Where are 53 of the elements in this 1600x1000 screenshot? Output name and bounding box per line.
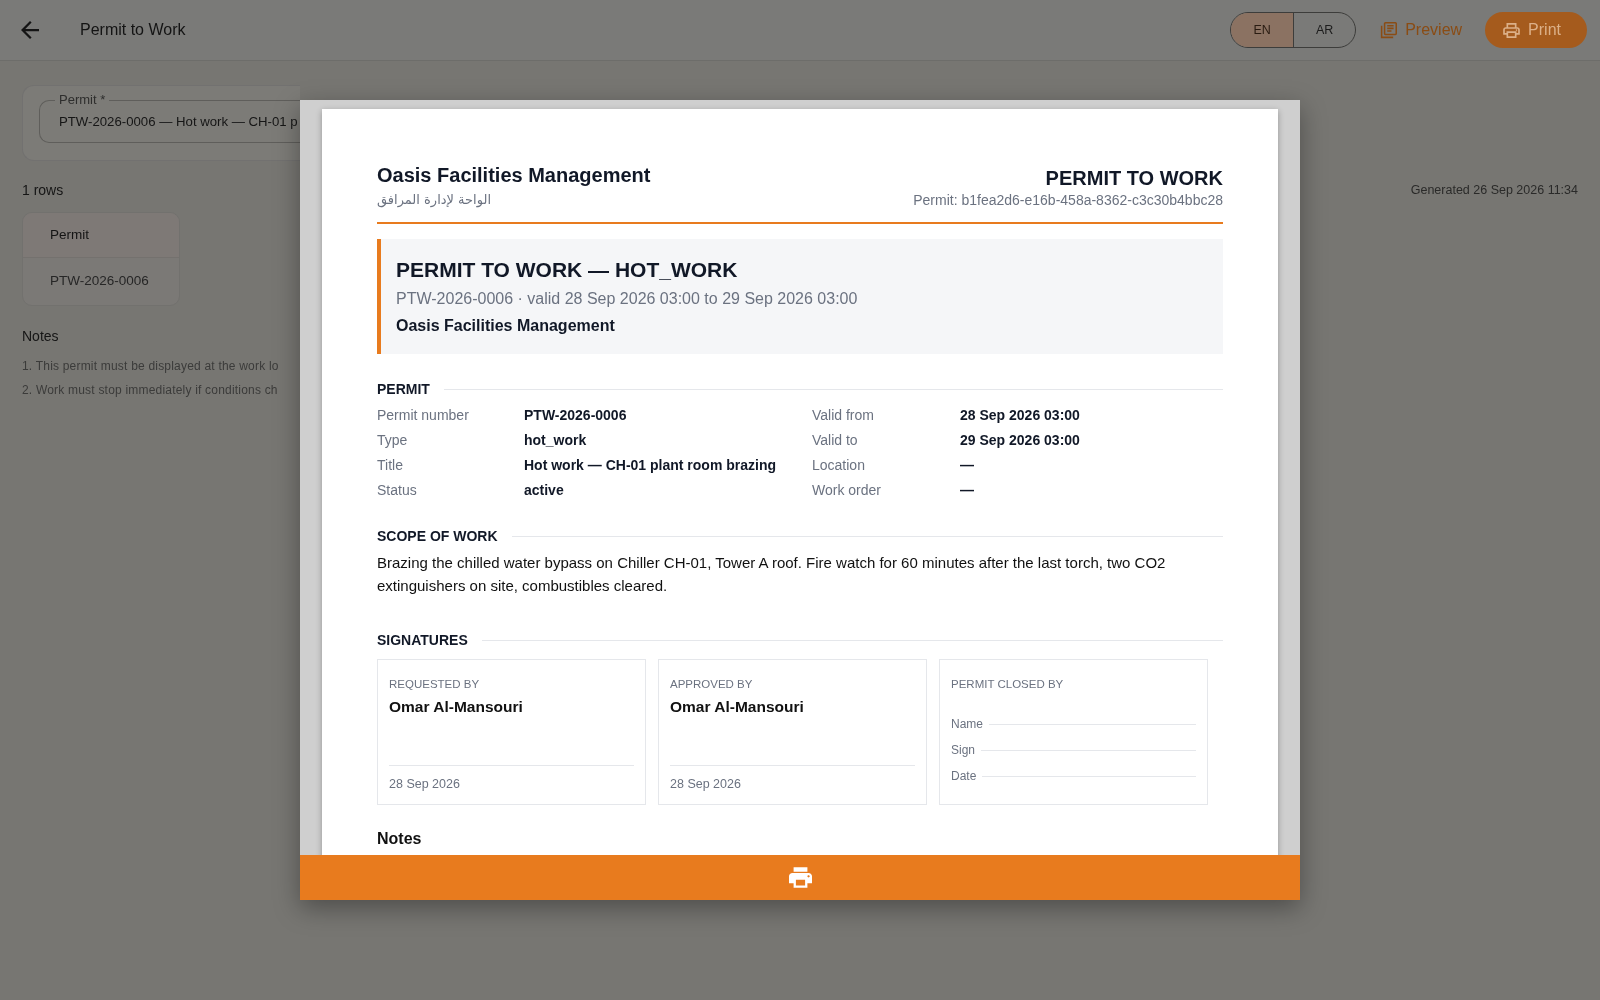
scope-text: Brazing the chilled water bypass on Chiller CH-01, Tower A roof. Fire watch for 60 minutes after the last torch, two CO2 extinguishers on site, combustibles cleared. <box>377 553 1167 596</box>
field-label: Valid from <box>812 407 874 423</box>
field-value: active <box>524 482 564 498</box>
signature-role: REQUESTED BY <box>389 678 480 690</box>
org-name-arabic: الواحة لإدارة المرافق <box>377 191 491 210</box>
signatory-name: Omar Al-Mansouri <box>670 698 804 715</box>
permit-select-field[interactable]: Permit * PTW-2026-0006 — Hot work — CH-01 p <box>39 92 300 143</box>
org-name: Oasis Facilities Management <box>377 163 651 187</box>
field-label: Title <box>377 457 403 473</box>
signatory-name: Omar Al-Mansouri <box>389 698 523 715</box>
generated-timestamp: Generated 26 Sep 2026 11:34 <box>1410 182 1578 199</box>
field-value: — <box>960 457 974 473</box>
banner-subtitle: PTW-2026-0006 · valid 28 Sep 2026 03:00 to 29 Sep 2026 03:00 <box>396 289 858 309</box>
section-heading: SIGNATURES <box>377 631 468 650</box>
section-heading: PERMIT <box>377 380 430 399</box>
field-label: Location <box>812 457 865 473</box>
note-line: 2. Work must stop immediately if conditions ch <box>22 382 278 399</box>
field-value: PTW-2026-0006 <box>524 407 627 423</box>
printer-icon <box>1503 22 1521 38</box>
language-option[interactable]: EN <box>1231 13 1294 47</box>
back-arrow-icon[interactable] <box>21 21 39 39</box>
column-header: Permit <box>23 213 179 258</box>
permit-reference: Permit: b1fea2d6-e16b-458a-8362-c3c30b4bbc28 <box>913 191 1223 210</box>
field-value: Hot work — CH-01 plant room brazing <box>524 457 776 473</box>
field-label: Work order <box>812 482 881 498</box>
document-title: PERMIT TO WORK <box>1045 166 1223 190</box>
signature-role: PERMIT CLOSED BY <box>951 678 1064 690</box>
section-heading: SCOPE OF WORK <box>377 527 498 546</box>
printer-icon <box>788 867 812 888</box>
banner-title: PERMIT TO WORK — HOT_WORK <box>396 257 738 283</box>
banner-org: Oasis Facilities Management <box>396 316 615 336</box>
fill-in-label: Date <box>951 768 977 785</box>
stacked-pages-icon <box>1380 21 1398 39</box>
signature-role: APPROVED BY <box>670 678 753 690</box>
fill-in-label: Sign <box>951 742 976 759</box>
field-value: hot_work <box>524 432 587 448</box>
field-label: Valid to <box>812 432 858 448</box>
page-title: Permit to Work <box>80 20 186 40</box>
field-label: Permit number <box>377 407 469 423</box>
signature-date: 28 Sep 2026 <box>670 777 741 791</box>
signature-date: 28 Sep 2026 <box>389 777 460 791</box>
table-cell[interactable]: PTW-2026-0006 <box>23 258 179 305</box>
notes-heading: Notes <box>377 830 422 847</box>
language-option[interactable]: AR <box>1293 13 1356 47</box>
field-label: Type <box>377 432 408 448</box>
row-count: 1 rows <box>22 181 64 200</box>
field-label: Status <box>377 482 417 498</box>
print-button[interactable]: Print <box>1485 12 1587 48</box>
field-value: 29 Sep 2026 03:00 <box>960 432 1080 448</box>
field-value: 28 Sep 2026 03:00 <box>960 407 1080 423</box>
field-value: — <box>960 482 974 498</box>
fill-in-label: Name <box>951 716 983 733</box>
notes-heading: Notes <box>22 327 59 345</box>
